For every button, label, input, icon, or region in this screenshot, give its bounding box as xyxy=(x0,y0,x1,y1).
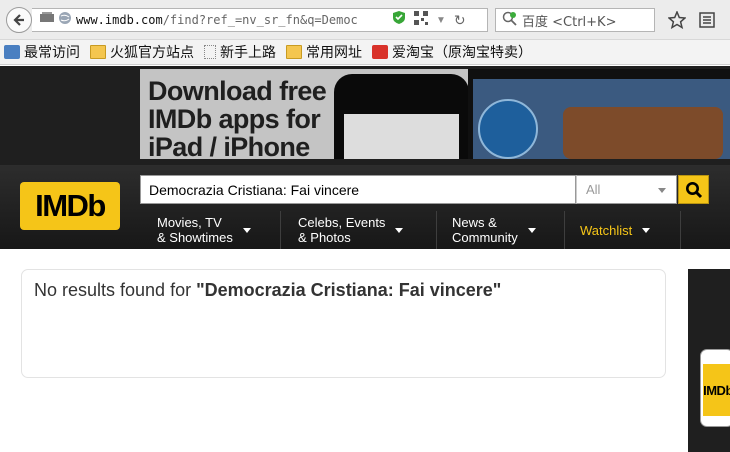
reload-icon[interactable]: ↻ xyxy=(454,12,466,29)
nav-celebs-events[interactable]: Celebs, Events & Photos xyxy=(298,211,437,249)
phone-image: IMDb xyxy=(700,349,730,427)
imdb-logo[interactable]: IMDb xyxy=(20,182,120,230)
back-arrow-icon xyxy=(13,14,24,26)
bookmark-ai-taobao[interactable]: 爱淘宝（原淘宝特卖） xyxy=(372,42,532,62)
results-panel: No results found for "Democrazia Cristia… xyxy=(21,269,666,378)
browser-search-box[interactable]: 百度 <Ctrl+K> xyxy=(495,8,655,32)
side-ad[interactable]: IMDb xyxy=(688,269,730,452)
search-category-select[interactable]: All xyxy=(576,175,677,204)
no-results-message: No results found for "Democrazia Cristia… xyxy=(34,280,502,300)
bookmark-most-visited[interactable]: 最常访问 xyxy=(4,42,80,62)
qr-code-icon[interactable] xyxy=(414,10,428,30)
nav-watchlist[interactable]: Watchlist xyxy=(580,211,681,249)
folder-icon xyxy=(90,45,106,59)
folder-icon xyxy=(286,45,302,59)
search-button[interactable] xyxy=(678,175,709,204)
dropdown-arrow-icon[interactable]: ▼ xyxy=(436,15,446,26)
back-button[interactable] xyxy=(6,7,32,33)
search-query: "Democrazia Cristiana: Fai vincere" xyxy=(196,280,502,300)
imdb-app-logo: IMDb xyxy=(703,364,730,416)
baidu-search-icon xyxy=(502,11,518,30)
browser-toolbar: www.imdb.com/find?ref_=nv_sr_fn&q=Democ … xyxy=(0,0,730,40)
app-promo-banner[interactable]: Download free IMDb apps for iPad / iPhon… xyxy=(140,69,730,159)
bookmarks-bar: 最常访问 火狐官方站点 新手上路 常用网址 爱淘宝（原淘宝特卖） xyxy=(0,40,730,65)
shield-icon[interactable] xyxy=(392,10,406,30)
browser-search-placeholder: 百度 <Ctrl+K> xyxy=(522,14,617,30)
url-bar[interactable]: www.imdb.com/find?ref_=nv_sr_fn&q=Democ … xyxy=(32,8,488,32)
chevron-down-icon xyxy=(527,227,536,233)
bookmark-common-sites[interactable]: 常用网址 xyxy=(286,42,362,62)
chevron-down-icon xyxy=(242,227,251,233)
search-icon xyxy=(685,181,702,198)
bookmark-firefox-site[interactable]: 火狐官方站点 xyxy=(90,42,194,62)
taobao-icon xyxy=(372,45,388,59)
page-list-icon[interactable] xyxy=(40,11,58,29)
bookmark-getting-started[interactable]: 新手上路 xyxy=(204,42,276,62)
bookmark-star-icon[interactable] xyxy=(667,10,687,30)
nav-movies-tv[interactable]: Movies, TV & Showtimes xyxy=(157,211,281,249)
banner-headline: Download free IMDb apps for iPad / iPhon… xyxy=(148,76,327,159)
chevron-down-icon xyxy=(642,227,651,233)
globe-icon xyxy=(4,45,20,59)
nav-news-community[interactable]: News & Community xyxy=(452,211,565,249)
imdb-search-input[interactable]: Democrazia Cristiana: Fai vincere xyxy=(140,175,576,204)
iphone-image xyxy=(334,74,469,159)
page-icon xyxy=(204,45,216,59)
chevron-down-icon xyxy=(658,188,666,193)
reading-list-icon[interactable] xyxy=(697,10,717,30)
globe-icon xyxy=(58,11,76,30)
url-text[interactable]: www.imdb.com/find?ref_=nv_sr_fn&q=Democ xyxy=(76,13,386,27)
ipad-image xyxy=(468,69,730,159)
chevron-down-icon xyxy=(395,227,404,233)
